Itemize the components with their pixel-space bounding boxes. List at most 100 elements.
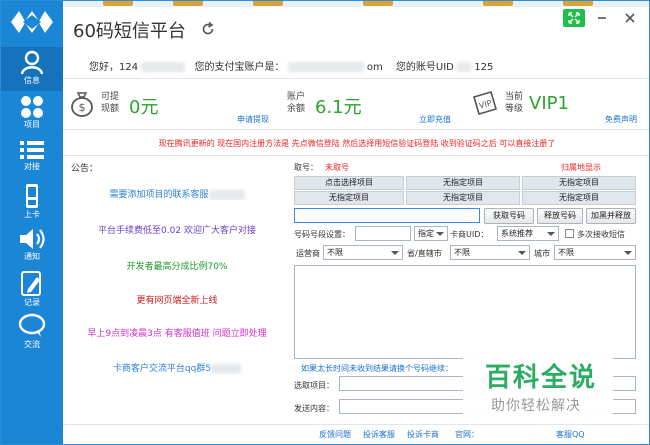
divider (63, 155, 649, 156)
close-icon[interactable] (619, 9, 641, 27)
app-logo (9, 7, 55, 37)
sidebar-item-info[interactable]: 信息 (1, 47, 63, 91)
select-project-label: 选取项目： (294, 381, 334, 390)
redacted-block (457, 62, 472, 72)
city-select[interactable]: 不限 (554, 245, 636, 260)
divider (63, 424, 649, 425)
uid-suffix: 125 (474, 62, 494, 73)
redacted-block (141, 62, 186, 72)
complain-card-link[interactable]: 投诉卡商 (407, 429, 439, 440)
refresh-icon[interactable] (201, 21, 215, 40)
segment-label: 号码号段设置： (294, 230, 350, 239)
withdrawable-card: $ 可提 现额 0元 申请提现 (69, 83, 275, 125)
city-label: 城市 (534, 249, 550, 258)
maximize-icon[interactable] (563, 9, 585, 27)
balance-value: 6.1元 (315, 97, 362, 118)
greeting-text: 您好，124 (89, 62, 139, 73)
recharge-link[interactable]: 立即充值 (419, 114, 451, 125)
sidebar: 信息 项目 对接 上卡 通知 记录 交流 (1, 1, 63, 444)
project-cell[interactable]: 无指定项目 (522, 191, 636, 205)
sidebar-item-label: 信息 (24, 76, 40, 85)
chat-icon (18, 313, 46, 337)
region-status: 归属地显示 (561, 163, 601, 172)
app-title: 60码短信平台 (73, 21, 186, 42)
sidebar-item-projects[interactable]: 项目 (1, 93, 63, 137)
background-tab-strip (63, 1, 649, 7)
svg-text:$: $ (79, 101, 86, 114)
sidebar-item-notify[interactable]: 通知 (1, 225, 63, 269)
sms-content-area[interactable] (294, 265, 636, 359)
watermark-title: 百科全说 (485, 363, 598, 393)
svg-text:VIP: VIP (478, 98, 493, 110)
announcement-line: 卡商客户交流平台qq群5 (67, 361, 287, 374)
list-icon (20, 141, 44, 159)
get-number-button[interactable]: 获取号码 (484, 208, 534, 224)
user-icon (20, 50, 44, 75)
project-cell[interactable]: 无指定项目 (406, 176, 520, 190)
project-cell[interactable]: 无指定项目 (294, 191, 404, 205)
blacklist-release-button[interactable]: 加黑并释放 (586, 208, 636, 224)
project-cell[interactable]: 无指定项目 (522, 176, 636, 190)
notice-banner: 现在腾讯更新的 现在国内注册方法是 先点微信登陆 然后选择用短信验证码登陆 收到… (158, 139, 556, 148)
divider (63, 78, 649, 79)
announcement-line: 更有网页端全新上线 (136, 296, 218, 306)
specify-select[interactable]: 指定 (414, 226, 448, 241)
sidebar-item-connect[interactable]: 对接 (1, 137, 63, 181)
project-cell[interactable]: 点击选择项目 (294, 176, 404, 190)
withdraw-link[interactable]: 申请提现 (237, 114, 269, 125)
phone-icon (26, 184, 38, 208)
sidebar-item-card[interactable]: 上卡 (1, 181, 63, 225)
sidebar-item-label: 记录 (24, 298, 40, 307)
sidebar-item-records[interactable]: 记录 (1, 267, 63, 311)
minimize-icon[interactable] (591, 9, 613, 27)
redacted-block (287, 62, 364, 72)
send-content-label: 发送内容： (294, 404, 334, 413)
watermark-subtitle: 助你轻松解决 (491, 398, 581, 414)
website-label[interactable]: 官网： (455, 429, 479, 440)
user-info-line: 您好，124 您的支付宝账户是： om 您的账号UID 125 (89, 58, 493, 73)
province-select[interactable]: 不限 (450, 245, 530, 260)
money-bag-icon: $ (71, 92, 93, 117)
sidebar-item-label: 上卡 (24, 210, 40, 219)
hint-text: 如果太长时间未收到结果请换个号码继续： (301, 364, 453, 373)
level-label: 当前 等级 (505, 92, 524, 114)
release-number-button[interactable]: 释放号码 (537, 208, 583, 224)
announcement-line: 需要添加项目的联系客服 (67, 187, 287, 200)
complain-service-link[interactable]: 投诉客服 (363, 429, 395, 440)
level-card: VIP 当前 等级 VIP1 免费声明 (471, 83, 641, 125)
announcement-title: 公告： (71, 164, 99, 174)
alipay-label: 您的支付宝账户是： (194, 62, 285, 73)
balance-label: 账户 余额 (287, 92, 306, 114)
window-controls (563, 9, 641, 27)
divider (63, 129, 649, 130)
multi-receive-label: 多次接收短信 (577, 230, 625, 239)
withdrawable-label: 可提 现额 (101, 92, 120, 114)
vip-badge-icon: VIP (473, 91, 497, 115)
number-status: 未取号 (325, 163, 349, 172)
announcement-line: 早上9点到凌晨3点 有客服值班 问题立即处理 (87, 329, 267, 339)
announcement-line: 平台手续费低至0.02 欢迎广大客户对接 (98, 226, 256, 236)
recommend-select[interactable]: 系统推荐 (497, 226, 559, 241)
free-statement-link[interactable]: 免费声明 (605, 114, 637, 125)
watermark: 百科全说 助你轻松解决 (463, 353, 613, 423)
province-label: 省/直辖市 (407, 249, 442, 258)
uid-label: 您的账号UID (395, 62, 454, 73)
service-qq-link[interactable]: 客服QQ (556, 429, 585, 440)
alipay-suffix: om (366, 62, 383, 73)
level-value: VIP1 (529, 93, 569, 114)
sidebar-item-label: 对接 (24, 162, 40, 171)
operator-select[interactable]: 不限 (323, 245, 403, 260)
project-cell[interactable]: 无指定项目 (406, 191, 520, 205)
feedback-link[interactable]: 反馈问题 (319, 429, 351, 440)
sidebar-item-label: 通知 (24, 252, 40, 261)
balance-card: 账户 余额 6.1元 立即充值 (285, 83, 457, 125)
sidebar-item-chat[interactable]: 交流 (1, 311, 63, 355)
segment-input[interactable] (355, 226, 411, 241)
announcement-line: 开发者最高分成比例70% (126, 262, 228, 272)
withdrawable-value: 0元 (129, 97, 159, 118)
operator-label: 运营商 (296, 249, 320, 258)
number-label: 取号： (294, 163, 318, 172)
multi-receive-checkbox[interactable] (565, 229, 574, 238)
speaker-icon (20, 229, 45, 249)
phone-number-field[interactable] (294, 208, 480, 223)
